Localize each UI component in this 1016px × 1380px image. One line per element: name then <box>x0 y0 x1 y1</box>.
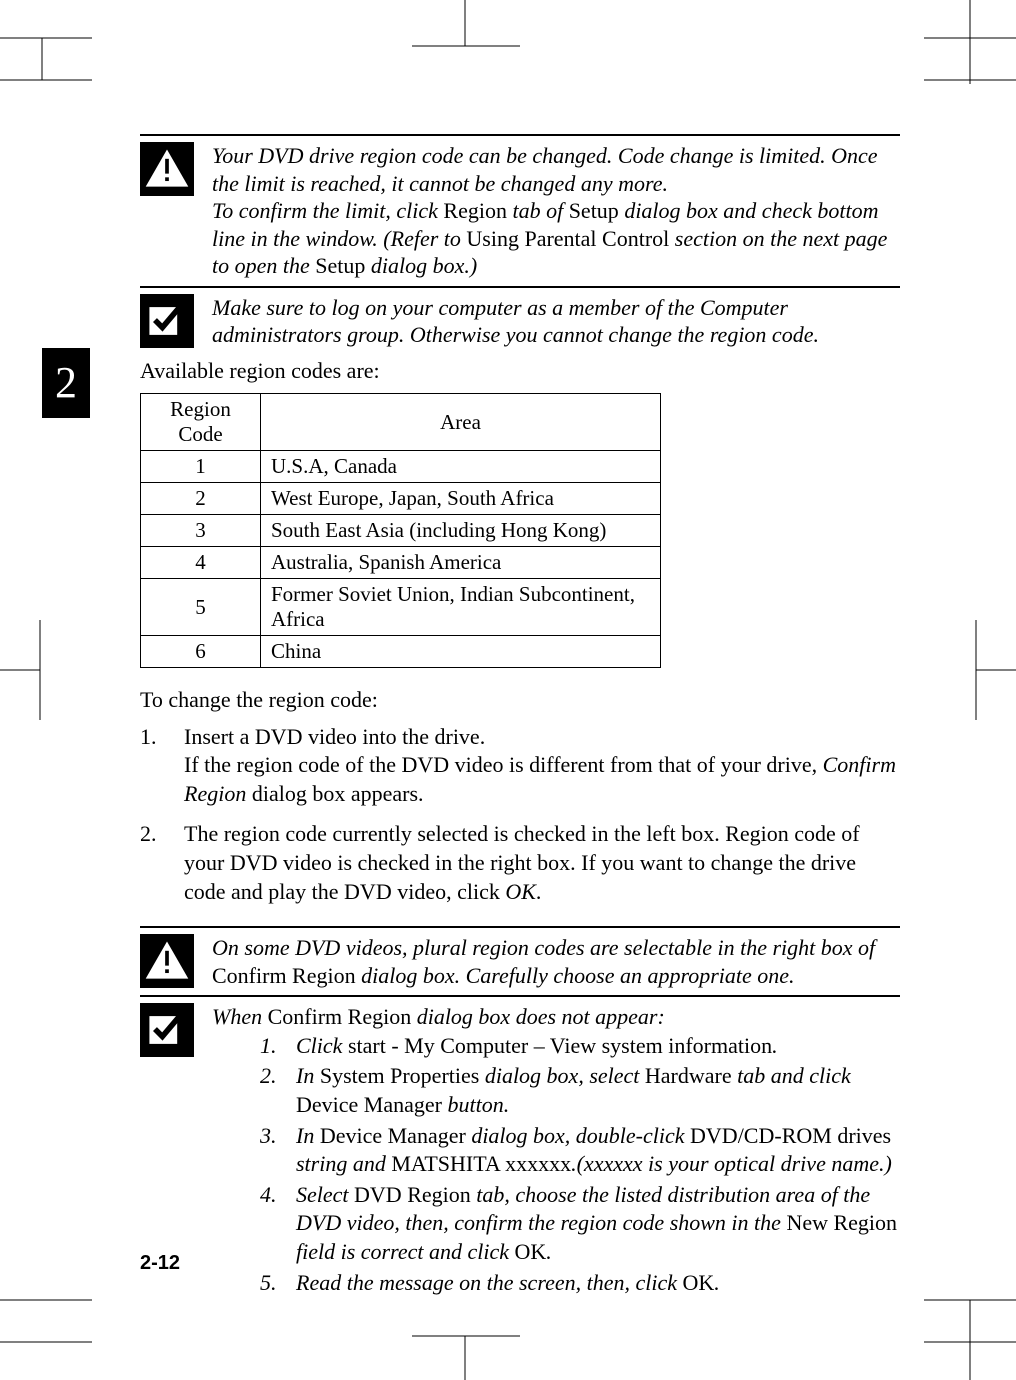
t: field is correct and click <box>296 1239 515 1264</box>
list-item: 1. Insert a DVD video into the drive. If… <box>140 723 900 809</box>
t: . <box>714 1270 720 1295</box>
warning2b: dialog box. Carefully choose an appropri… <box>356 963 795 988</box>
warning-text-1a: Your DVD drive region code can be change… <box>212 143 878 196</box>
t: start - My Computer – View system inform… <box>348 1033 772 1058</box>
warning-icon <box>140 934 194 988</box>
step2b: . <box>536 879 542 904</box>
table-header-area: Area <box>261 394 661 451</box>
table-row: 4Australia, Spanish America <box>141 547 661 579</box>
region-area: South East Asia (including Hong Kong) <box>261 515 661 547</box>
list-item: 3.In Device Manager dialog box, double-c… <box>260 1122 900 1179</box>
warning-text-2b: tab of <box>507 198 569 223</box>
list-item: 5.Read the message on the screen, then, … <box>260 1269 900 1298</box>
t: . <box>546 1239 552 1264</box>
region-code: 1 <box>141 451 261 483</box>
warning-text-2e: dialog box.) <box>365 253 477 278</box>
region-area: China <box>261 636 661 668</box>
t: Select <box>296 1182 354 1207</box>
t: Click <box>296 1033 348 1058</box>
list-item: 2.In System Properties dialog box, selec… <box>260 1062 900 1119</box>
warning-icon <box>140 142 194 196</box>
change-code-label: To change the region code: <box>140 686 900 715</box>
t: DVD/CD-ROM drives <box>690 1123 891 1148</box>
check2-intro-a: When <box>212 1004 268 1029</box>
t: DVD Region <box>354 1182 471 1207</box>
table-row: 2West Europe, Japan, South Africa <box>141 483 661 515</box>
page-number: 2-12 <box>140 1252 180 1275</box>
t: dialog box, select <box>479 1063 645 1088</box>
region-code: 5 <box>141 579 261 636</box>
warning-text-2r3: Using Parental Control <box>466 226 669 251</box>
t: Read the message on the screen, then, cl… <box>296 1270 683 1295</box>
t: New Region <box>786 1210 897 1235</box>
t: string and <box>296 1151 391 1176</box>
table-row: 6China <box>141 636 661 668</box>
t: Device Manager <box>320 1123 466 1148</box>
step1-line2a: If the region code of the DVD video is d… <box>184 752 823 777</box>
check-note-1: Make sure to log on your computer as a m… <box>140 294 900 349</box>
region-area: West Europe, Japan, South Africa <box>261 483 661 515</box>
region-area: Australia, Spanish America <box>261 547 661 579</box>
region-code: 2 <box>141 483 261 515</box>
warning-note-2: On some DVD videos, plural region codes … <box>140 934 900 989</box>
warning-text-2r4: Setup <box>315 253 365 278</box>
t: dialog box, double-click <box>466 1123 690 1148</box>
check2-intro-b: dialog box does not appear: <box>411 1004 665 1029</box>
region-area: U.S.A, Canada <box>261 451 661 483</box>
t: In <box>296 1123 320 1148</box>
t: Hardware <box>645 1063 732 1088</box>
available-codes-label: Available region codes are: <box>140 357 900 386</box>
t: System Properties <box>320 1063 480 1088</box>
list-item: 4.Select DVD Region tab, choose the list… <box>260 1181 900 1267</box>
warning2a: On some DVD videos, plural region codes … <box>212 935 875 960</box>
check-note-2: When Confirm Region dialog box does not … <box>140 1003 900 1299</box>
table-header-code: Region Code <box>141 394 261 451</box>
t: .(xxxxxx is your optical drive name.) <box>571 1151 892 1176</box>
chapter-tab: 2 <box>42 348 90 418</box>
sub-steps-list: 1.Click start - My Computer – View syste… <box>260 1032 900 1297</box>
region-code: 6 <box>141 636 261 668</box>
t: button. <box>442 1092 509 1117</box>
table-row: 3South East Asia (including Hong Kong) <box>141 515 661 547</box>
t: In <box>296 1063 320 1088</box>
steps-list: 1. Insert a DVD video into the drive. If… <box>140 723 900 907</box>
t: tab and click <box>732 1063 851 1088</box>
warning-text-2r2: Setup <box>569 198 619 223</box>
warning-note-1: Your DVD drive region code can be change… <box>140 142 900 280</box>
check-icon <box>140 294 194 348</box>
list-item: 1.Click start - My Computer – View syste… <box>260 1032 900 1061</box>
region-area: Former Soviet Union, Indian Subcontinent… <box>261 579 661 636</box>
t: MATSHITA xxxxxx <box>391 1151 571 1176</box>
check-text-1: Make sure to log on your computer as a m… <box>212 294 900 349</box>
region-table: Region Code Area 1U.S.A, Canada 2West Eu… <box>140 393 661 668</box>
step1-line2c: dialog box appears. <box>246 781 423 806</box>
t: OK <box>515 1239 547 1264</box>
table-row: 5Former Soviet Union, Indian Subcontinen… <box>141 579 661 636</box>
t: . <box>772 1033 778 1058</box>
warning2r: Confirm Region <box>212 963 356 988</box>
step2i: OK <box>505 879 536 904</box>
page-body: Your DVD drive region code can be change… <box>140 130 900 1305</box>
t: OK <box>683 1270 715 1295</box>
table-row: 1U.S.A, Canada <box>141 451 661 483</box>
check-icon <box>140 1003 194 1057</box>
warning-text-2a: To confirm the limit, click <box>212 198 443 223</box>
warning-text-2r1: Region <box>443 198 507 223</box>
region-code: 3 <box>141 515 261 547</box>
check2-intro-r: Confirm Region <box>268 1004 412 1029</box>
region-code: 4 <box>141 547 261 579</box>
t: Device Manager <box>296 1092 442 1117</box>
step1-line1: Insert a DVD video into the drive. <box>184 724 485 749</box>
list-item: 2. The region code currently selected is… <box>140 820 900 906</box>
